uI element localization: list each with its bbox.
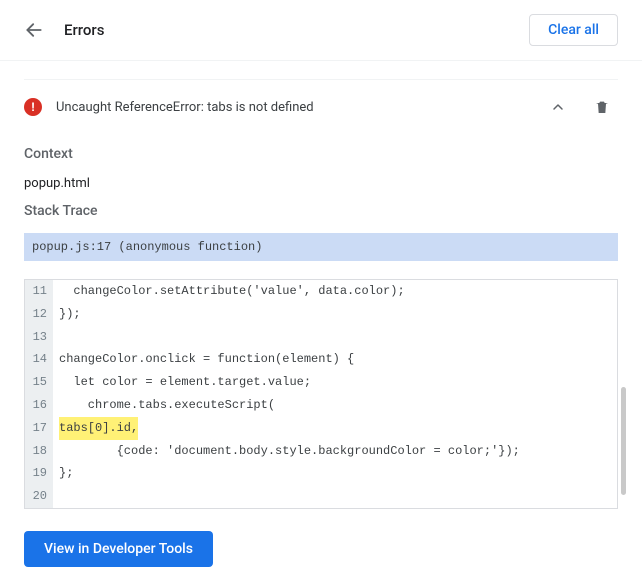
- line-content: changeColor.setAttribute('value', data.c…: [53, 280, 405, 303]
- line-number: 17: [25, 417, 53, 440]
- code-block: 11 changeColor.setAttribute('value', dat…: [24, 279, 618, 509]
- header-left: Errors: [24, 20, 104, 40]
- error-actions: [550, 99, 610, 115]
- error-icon: !: [24, 98, 42, 116]
- content: ! Uncaught ReferenceError: tabs is not d…: [0, 79, 642, 567]
- code-line: 15 let color = element.target.value;: [25, 371, 617, 394]
- code-wrapper: 11 changeColor.setAttribute('value', dat…: [24, 279, 618, 509]
- line-number: 11: [25, 280, 53, 303]
- scrollbar[interactable]: [621, 387, 626, 495]
- line-number: 15: [25, 371, 53, 394]
- back-arrow-icon[interactable]: [24, 20, 44, 40]
- view-devtools-button[interactable]: View in Developer Tools: [24, 531, 213, 567]
- line-number: 13: [25, 326, 53, 349]
- line-number: 20: [25, 485, 53, 508]
- error-left: ! Uncaught ReferenceError: tabs is not d…: [24, 98, 314, 116]
- stack-trace-label: Stack Trace: [24, 203, 618, 219]
- line-number: 16: [25, 394, 53, 417]
- line-content: [53, 485, 59, 508]
- line-content: {code: 'document.body.style.backgroundCo…: [53, 440, 520, 463]
- code-line: 14changeColor.onclick = function(element…: [25, 348, 617, 371]
- line-content: changeColor.onclick = function(element) …: [53, 348, 354, 371]
- highlighted-code: tabs[0].id,: [59, 417, 138, 440]
- line-content: let color = element.target.value;: [53, 371, 311, 394]
- line-content: tabs[0].id,: [53, 417, 138, 440]
- clear-all-button[interactable]: Clear all: [529, 14, 618, 46]
- stack-trace-location[interactable]: popup.js:17 (anonymous function): [24, 233, 618, 261]
- line-content: [53, 326, 59, 349]
- line-number: 12: [25, 303, 53, 326]
- context-value: popup.html: [24, 176, 618, 191]
- error-row[interactable]: ! Uncaught ReferenceError: tabs is not d…: [24, 80, 618, 134]
- code-line: 20: [25, 485, 617, 508]
- code-line: 16 chrome.tabs.executeScript(: [25, 394, 617, 417]
- code-line: 12});: [25, 303, 617, 326]
- chevron-up-icon[interactable]: [550, 99, 566, 115]
- line-content: chrome.tabs.executeScript(: [53, 394, 275, 417]
- line-content: });: [53, 303, 81, 326]
- code-line: 11 changeColor.setAttribute('value', dat…: [25, 280, 617, 303]
- code-line: 17 tabs[0].id,: [25, 417, 617, 440]
- trash-icon[interactable]: [594, 99, 610, 115]
- line-number: 18: [25, 440, 53, 463]
- code-line: 13: [25, 326, 617, 349]
- context-label: Context: [24, 146, 618, 162]
- line-number: 19: [25, 462, 53, 485]
- line-number: 14: [25, 348, 53, 371]
- header: Errors Clear all: [0, 0, 642, 61]
- code-line: 18 {code: 'document.body.style.backgroun…: [25, 440, 617, 463]
- error-message: Uncaught ReferenceError: tabs is not def…: [56, 100, 314, 115]
- code-line: 19};: [25, 462, 617, 485]
- line-content: };: [53, 462, 73, 485]
- page-title: Errors: [64, 21, 104, 39]
